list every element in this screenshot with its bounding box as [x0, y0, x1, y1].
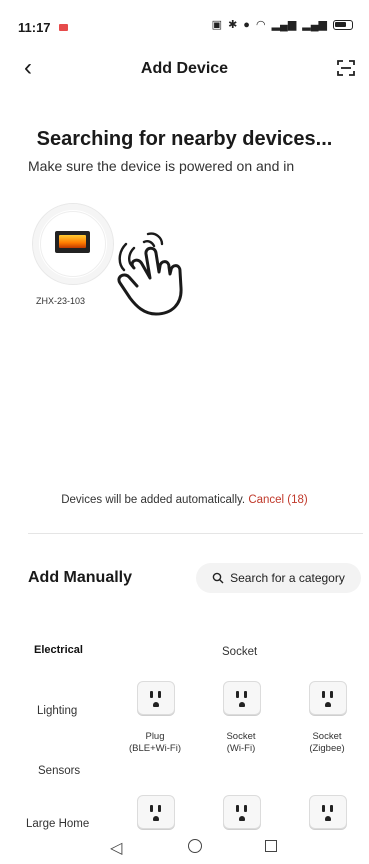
category-search-label: Search for a category	[230, 571, 345, 585]
wifi-icon: ◠	[255, 19, 266, 31]
item-label-plug[interactable]: Plug (BLE+Wi-Fi)	[110, 731, 200, 755]
battery-icon	[333, 19, 353, 30]
socket-item-icon[interactable]	[309, 795, 347, 829]
category-large-home[interactable]: Large Home	[26, 818, 89, 830]
signal-icon-2: ▂▄▆	[302, 19, 327, 31]
add-manually-title: Add Manually	[28, 569, 133, 586]
tap-hand-icon	[117, 232, 183, 316]
search-icon	[212, 572, 224, 584]
system-nav-bar	[0, 830, 369, 864]
fire-graphic	[59, 235, 86, 248]
bluetooth-icon: ✱	[228, 19, 238, 31]
item-label-socket-zigbee[interactable]: Socket (Zigbee)	[282, 731, 369, 755]
search-subtitle: Make sure the device is powered on and i…	[28, 158, 295, 174]
socket-item-icon[interactable]	[223, 795, 261, 829]
socket-zigbee-icon[interactable]	[309, 681, 347, 715]
scan-icon[interactable]	[336, 58, 356, 78]
socket-item-icon[interactable]	[137, 795, 175, 829]
device-name: ZHX-23-103	[36, 296, 86, 306]
cancel-button[interactable]: Cancel (18)	[248, 494, 307, 506]
category-electrical[interactable]: Electrical	[34, 644, 83, 656]
category-sensors[interactable]: Sensors	[38, 765, 80, 777]
signal-icon: ▂▄▆	[271, 19, 297, 31]
item-label-socket-wifi[interactable]: Socket (Wi-Fi)	[196, 731, 286, 755]
location-icon: ●	[243, 18, 250, 31]
group-title-socket: Socket	[222, 646, 258, 658]
nav-home-icon[interactable]	[188, 839, 202, 853]
status-icons: ▣ ✱ ● ◠ ▂▄▆ ▂▄▆	[212, 18, 353, 31]
page-title: Add Device	[140, 60, 229, 77]
status-time: 11:17	[18, 20, 51, 35]
auto-add-notice: Devices will be added automatically. Can…	[0, 494, 369, 506]
category-search-button[interactable]: Search for a category	[196, 563, 361, 593]
notification-icon	[59, 24, 68, 31]
search-heading: Searching for nearby devices...	[36, 128, 333, 150]
nav-recent-icon[interactable]	[265, 840, 277, 852]
nfc-icon: ▣	[211, 19, 223, 31]
divider	[28, 533, 363, 534]
nav-back-icon[interactable]: ◁	[110, 838, 122, 858]
socket-wifi-icon[interactable]	[223, 681, 261, 715]
category-lighting[interactable]: Lighting	[37, 705, 77, 717]
plug-ble-wifi-icon[interactable]	[137, 681, 175, 715]
auto-add-text: Devices will be added automatically.	[61, 494, 246, 506]
